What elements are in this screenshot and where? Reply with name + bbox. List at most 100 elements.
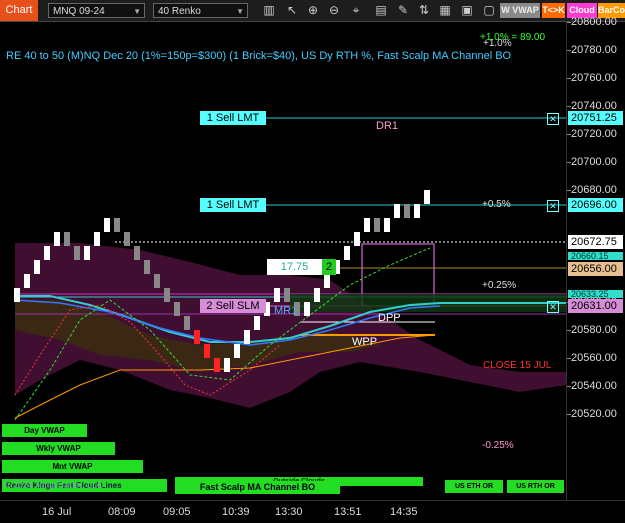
sell-limit-order-1[interactable]: 1 Sell LMT	[200, 111, 266, 125]
pointer-icon[interactable]: ↖	[284, 2, 300, 18]
renko-brick	[24, 274, 30, 288]
cancel-order-2-icon[interactable]: ✕	[547, 200, 559, 212]
instrument-label: MNQ 09-24	[53, 6, 105, 17]
renko-brick	[124, 232, 130, 246]
renko-brick	[274, 288, 280, 302]
price-tick: 20700.00	[571, 156, 617, 168]
price-tick: 20520.00	[571, 408, 617, 420]
time-tick: 13:51	[334, 506, 362, 518]
us-rth-or-button[interactable]: US RTH OR	[507, 480, 564, 493]
bar-chart-icon[interactable]: ▥	[261, 2, 277, 18]
renko-brick	[184, 316, 190, 330]
renko-brick	[64, 232, 70, 246]
brick-count-box: 2	[322, 259, 336, 275]
renko-brick	[304, 302, 310, 316]
renko-brick	[234, 344, 240, 358]
renko-brick	[204, 344, 210, 358]
renko-brick	[44, 246, 50, 260]
renko-brick	[214, 358, 220, 372]
pct-target-label: +1.0% = 89.00	[480, 32, 546, 43]
price-tickmark	[567, 78, 571, 79]
cancel-order-1-icon[interactable]: ✕	[547, 113, 559, 125]
zoom-out-icon[interactable]: ⊖	[326, 2, 342, 18]
renko-brick	[374, 218, 380, 232]
renko-brick	[114, 218, 120, 232]
strategies-icon[interactable]: ⇅	[416, 2, 432, 18]
order-price-1: 20751.25	[568, 111, 623, 125]
renko-brick	[34, 260, 40, 274]
toolbar: Chart MNQ 09-24 ▼ 40 Renko ▼ ▥ ↖ ⊕ ⊖ ⌖ ▤ ✎…	[0, 0, 625, 22]
dr1-label: DR1	[376, 120, 399, 132]
price-axis[interactable]: 20800.00 20780.00 20760.00 20740.00 20720.00…	[566, 16, 625, 500]
wvwap-button[interactable]: W VWAP	[500, 3, 540, 18]
chart-panel[interactable]: RE 40 to 50 (M)NQ Dec 20 (1%=150p=$300) …	[0, 22, 566, 500]
price-tickmark	[567, 386, 571, 387]
renko-brick	[174, 302, 180, 316]
pct-m025-label: -0.25%	[482, 440, 514, 451]
price-tick: 20560.00	[571, 352, 617, 364]
chart-menu-button[interactable]: Chart	[0, 0, 38, 21]
price-tick: 20680.00	[571, 184, 617, 196]
price-tick: 20780.00	[571, 44, 617, 56]
cancel-order-3-icon[interactable]: ✕	[547, 301, 559, 313]
renko-brick	[194, 330, 200, 344]
price-tick: 20580.00	[571, 324, 617, 336]
price-tickmark	[567, 190, 571, 191]
renko-brick	[314, 288, 320, 302]
chevron-down-icon: ▼	[133, 7, 141, 16]
chevron-down-icon: ▼	[236, 7, 244, 16]
wpp-label: WPP	[352, 336, 378, 348]
renko-brick	[394, 204, 400, 218]
time-tick: 16 Jul	[42, 506, 72, 518]
fast-scalp-button[interactable]: Fast Scalp MA Channel BO	[175, 481, 340, 494]
last-price-box: 20672.75	[568, 235, 623, 249]
chart-trader-icon[interactable]: ▣	[459, 2, 475, 18]
day-vwap-button[interactable]: Day VWAP	[2, 424, 87, 437]
price-tick: 20800.00	[571, 16, 617, 28]
copyright-text: © 2024 NinjaTrader, LLC	[4, 480, 104, 490]
renko-brick	[324, 274, 330, 288]
us-eth-or-button[interactable]: US ETH OR	[445, 480, 503, 493]
time-axis[interactable]: 16 Jul 08:09 09:05 10:39 13:30 13:51 14:…	[0, 500, 625, 523]
renko-brick	[224, 358, 230, 372]
renko-brick	[414, 204, 420, 218]
pct-05-label: +0.5%	[482, 199, 511, 210]
pct-025-label: +0.25%	[482, 280, 517, 291]
price-tickmark	[567, 22, 571, 23]
sell-stop-order[interactable]: 2 Sell SLM	[200, 299, 266, 313]
renko-brick	[14, 288, 20, 302]
template-icon[interactable]: ▢	[481, 2, 497, 18]
renko-brick	[344, 246, 350, 260]
order-price-3: 20631.00	[568, 299, 623, 313]
zoom-in-icon[interactable]: ⊕	[305, 2, 321, 18]
wkly-vwap-button[interactable]: Wkly VWAP	[2, 442, 115, 455]
renko-brick	[354, 232, 360, 246]
indicators-icon[interactable]: ▤	[373, 2, 389, 18]
hidden-price-1: 20660.15	[568, 252, 623, 261]
renko-brick	[164, 288, 170, 302]
close-label: CLOSE 15 JUL	[483, 360, 552, 371]
sell-limit-order-2[interactable]: 1 Sell LMT	[200, 198, 266, 212]
bar-type-label: 40 Renko	[158, 6, 201, 17]
mnt-vwap-button[interactable]: Mnt VWAP	[2, 460, 143, 473]
renko-brick	[154, 274, 160, 288]
data-box-icon[interactable]: ▦	[437, 2, 453, 18]
renko-brick	[54, 232, 60, 246]
price-tickmark	[567, 358, 571, 359]
price-tickmark	[567, 106, 571, 107]
instrument-selector[interactable]: MNQ 09-24 ▼	[48, 3, 145, 18]
renko-brick	[404, 204, 410, 218]
price-tickmark	[567, 50, 571, 51]
time-tick: 09:05	[163, 506, 191, 518]
bar-type-selector[interactable]: 40 Renko ▼	[153, 3, 248, 18]
price-tickmark	[567, 134, 571, 135]
tk-button[interactable]: T<>K	[542, 3, 565, 18]
drawing-tools-icon[interactable]: ✎	[395, 2, 411, 18]
renko-brick	[384, 218, 390, 232]
renko-brick	[94, 232, 100, 246]
renko-brick	[144, 260, 150, 274]
crosshair-icon[interactable]: ⌖	[348, 2, 364, 18]
current-price-box: 20656.00	[568, 262, 623, 276]
dpp-label: DPP	[378, 312, 401, 324]
chart-title: RE 40 to 50 (M)NQ Dec 20 (1%=150p=$300) …	[6, 50, 512, 62]
